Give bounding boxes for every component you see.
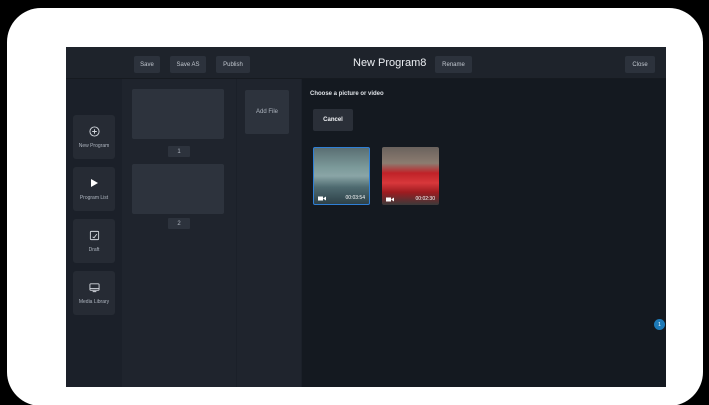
program-thumbnail[interactable] [132, 89, 224, 139]
device-frame: Save Save AS Publish New Program8 Rename… [7, 8, 703, 405]
save-button[interactable]: Save [134, 56, 160, 73]
program-thumbnail[interactable] [132, 164, 224, 214]
sidebar-item-label: Program List [79, 195, 109, 201]
rename-button[interactable]: Rename [435, 56, 472, 73]
media-item[interactable]: 00:02:30 [382, 147, 439, 205]
notification-badge[interactable]: 1 [654, 319, 665, 330]
play-icon [88, 177, 100, 189]
program-index: 2 [168, 218, 190, 229]
cancel-button[interactable]: Cancel [313, 109, 353, 131]
program-title: New Program8 [353, 57, 427, 69]
video-camera-icon [386, 197, 394, 202]
sidebar-item-label: New Program [78, 143, 110, 149]
media-library-icon [88, 281, 100, 293]
picker-heading: Choose a picture or video [310, 91, 384, 97]
sidebar-item-label: Draft [88, 247, 100, 253]
sidebar: New Program Program List Draft Media Lib… [66, 79, 121, 387]
media-duration: 00:03:54 [345, 195, 365, 201]
plus-circle-icon [88, 125, 100, 137]
sidebar-item-draft[interactable]: Draft [73, 219, 115, 263]
sidebar-item-new-program[interactable]: New Program [73, 115, 115, 159]
video-camera-icon [318, 196, 326, 201]
top-toolbar: Save Save AS Publish New Program8 Rename… [66, 47, 666, 79]
sidebar-item-media-library[interactable]: Media Library [73, 271, 115, 315]
close-button[interactable]: Close [625, 56, 655, 73]
media-picker-panel: Choose a picture or video Cancel 00:03:5… [302, 79, 666, 387]
publish-button[interactable]: Publish [216, 56, 250, 73]
sidebar-item-program-list[interactable]: Program List [73, 167, 115, 211]
program-index: 1 [168, 146, 190, 157]
media-duration: 00:02:30 [415, 196, 435, 202]
media-info-bar: 00:03:54 [314, 192, 369, 204]
save-as-button[interactable]: Save AS [170, 56, 206, 73]
media-info-bar: 00:02:30 [382, 193, 439, 205]
sidebar-item-label: Media Library [78, 299, 110, 305]
add-file-button[interactable]: Add File [245, 90, 289, 134]
draft-edit-icon [88, 229, 100, 241]
app-screen: Save Save AS Publish New Program8 Rename… [66, 47, 666, 387]
file-column: Add File [237, 79, 301, 387]
media-item[interactable]: 00:03:54 [313, 147, 370, 205]
program-list-column: 1 2 [122, 79, 236, 387]
